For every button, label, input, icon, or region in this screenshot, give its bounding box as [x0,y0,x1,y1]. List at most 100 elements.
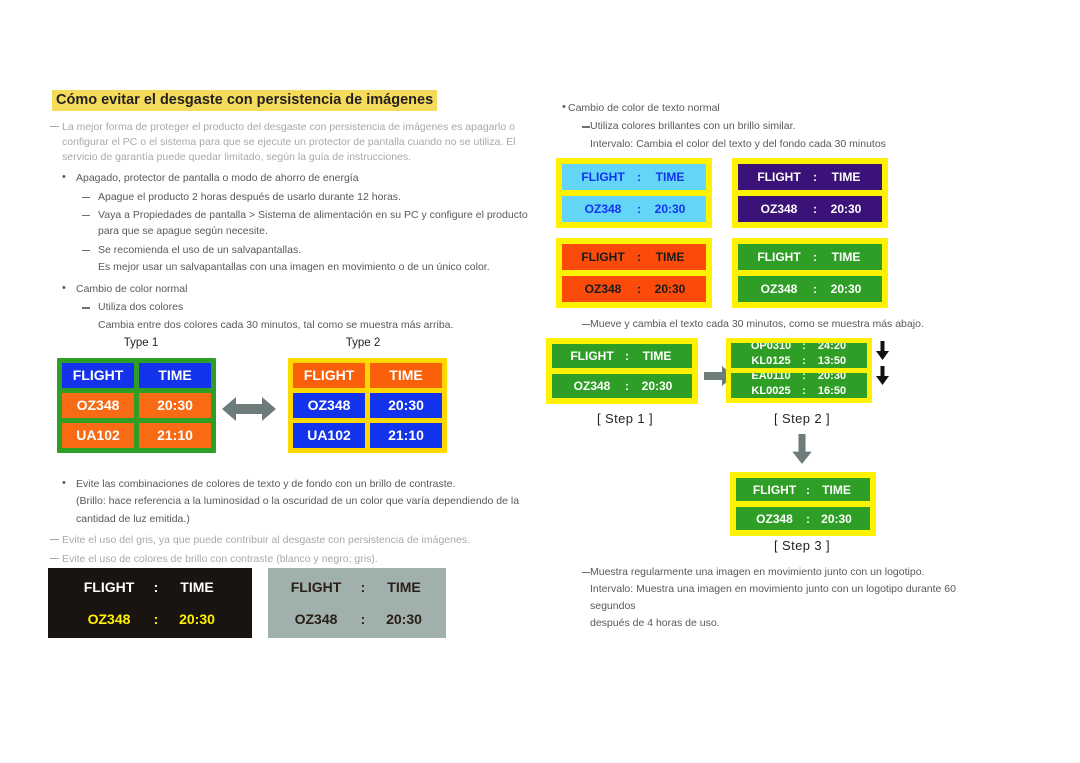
sub-color-change: Utiliza dos colores [40,299,540,315]
header-cell-time: TIME [642,349,672,363]
cell-flight-time: 20:30 [830,202,862,216]
board-header-row: FLIGHT : TIME [738,244,882,270]
colon-separator: : [360,579,366,595]
header-cell-flight: FLIGHT [62,363,134,388]
plain-color-change: Cambia entre dos colores cada 30 minutos… [98,318,454,331]
flight-board-variant-purple: FLIGHT : TIME OZ348 : 20:30 [732,158,888,228]
cell-flight-code: UA102 [293,423,365,448]
bullet-contrast: Evite las combinaciones de colores de te… [40,475,560,492]
colon-separator: : [813,250,817,264]
step-2-label: [ Step 2 ] [773,411,831,426]
board-data-row: UA102 21:10 [293,423,442,448]
flight-board-step-3: FLIGHT : TIME OZ348 : 20:30 [730,472,876,536]
board-header-row: FLIGHT : TIME [552,344,692,368]
colon-separator: : [802,384,806,397]
cell-flight-code: OZ348 [294,611,338,627]
board-data-row: UA102 21:10 [62,423,211,448]
header-cell-flight: FLIGHT [581,250,625,264]
scroll-window-top: OP0310 : 24:20 KL0125 : 13:50 [731,343,867,368]
colon-separator: : [360,611,366,627]
right-column: Cambio de color de texto normal Utiliza … [540,94,1040,152]
cell-flight-code: OZ348 [584,202,622,216]
colon-separator: : [625,379,629,393]
cell-flight-code: OZ348 [584,282,622,296]
header-cell-time: TIME [370,363,442,388]
cell-flight-code: KL0025 [751,384,791,397]
plain-power-3: Es mejor usar un salvapantallas con una … [98,260,490,273]
colon-separator: : [813,202,817,216]
sub-logo-note: Muestra regularmente una imagen en movim… [540,564,990,580]
cell-flight-code: EA0110 [751,373,791,382]
board-header-row: FLIGHT : TIME [738,164,882,190]
board-data-row: OP0310 : 24:20 [731,343,867,353]
header-cell-time: TIME [180,579,214,595]
header-cell-flight: FLIGHT [290,579,342,595]
cell-flight-time: 20:30 [179,611,215,627]
colon-separator: : [802,354,806,367]
sub-power-1: Apague el producto 2 horas después de us… [40,189,540,205]
board-header-row: FLIGHT : TIME [274,574,440,600]
colon-separator: : [637,202,641,216]
scroll-down-arrow-icon [876,366,889,385]
flight-board-gray: FLIGHT : TIME OZ348 : 20:30 [268,568,446,638]
cell-flight-time: 16:50 [817,384,847,397]
note-avoid-gray: Evite el uso del gris, ya que puede cont… [40,533,560,548]
contrast-text-block: Evite las combinaciones de colores de te… [40,470,560,569]
flight-board-step-1: FLIGHT : TIME OZ348 : 20:30 [546,338,698,404]
board-data-row: OZ348 : 20:30 [552,374,692,398]
header-cell-time: TIME [831,250,861,264]
sub-power-3: Se recomienda el uso de un salvapantalla… [40,242,540,258]
colon-separator: : [806,511,810,526]
colon-separator: : [806,482,810,497]
cell-flight-time: 20:30 [386,611,422,627]
cell-flight-time: 21:10 [139,423,211,448]
header-cell-flight: FLIGHT [293,363,365,388]
move-text-note: Mueve y cambia el texto cada 30 minutos,… [540,316,980,332]
sub-move-text: Mueve y cambia el texto cada 30 minutos,… [540,316,980,332]
board-data-row: OZ348 : 20:30 [562,276,706,302]
bullet-text-color-change: Cambio de color de texto normal [540,99,1040,116]
cell-flight-time: 20:30 [370,393,442,418]
board-data-row: OZ348 20:30 [293,393,442,418]
board-data-row: OZ348 : 20:30 [738,276,882,302]
cell-flight-code: OZ348 [62,393,134,418]
cell-flight-code: UA102 [62,423,134,448]
page-title-text: Cómo evitar el desgaste con persistencia… [52,90,438,111]
step-3-label: [ Step 3 ] [773,538,831,553]
bullet-color-change: Cambio de color normal [40,280,540,297]
sub-text-color-change: Utiliza colores brillantes con un brillo… [540,118,1040,134]
header-cell-flight: FLIGHT [581,170,625,184]
colon-separator: : [802,373,806,382]
cell-flight-time: 20:30 [654,282,686,296]
flight-board-black: FLIGHT : TIME OZ348 : 20:30 [48,568,252,638]
intro-note: La mejor forma de proteger el producto d… [40,120,540,165]
board-data-row: OZ348 : 20:30 [736,507,870,530]
type-1-label: Type 1 [123,337,159,349]
cell-flight-time: 21:10 [370,423,442,448]
logo-note-block: Muestra regularmente una imagen en movim… [540,564,990,631]
cell-flight-time: 20:30 [817,373,847,382]
cell-flight-code: OZ348 [760,202,798,216]
header-cell-flight: FLIGHT [570,349,614,363]
cell-flight-code: OP0310 [750,343,792,352]
header-cell-flight: FLIGHT [752,482,797,497]
cell-flight-time: 20:30 [654,202,686,216]
header-cell-time: TIME [822,482,851,497]
flight-board-step-2: OP0310 : 24:20 KL0125 : 13:50 EA0110 : 2… [726,338,872,403]
colon-separator: : [802,343,806,352]
plain-logo-1: Intervalo: Muestra una imagen en movimie… [590,583,956,612]
board-header-row: FLIGHT : TIME [736,478,870,501]
board-header-row: FLIGHT : TIME [562,244,706,270]
board-data-row: OZ348 : 20:30 [54,606,246,632]
header-cell-time: TIME [139,363,211,388]
colon-separator: : [625,349,629,363]
board-data-row: KL0025 : 16:50 [731,383,867,398]
colon-separator: : [637,250,641,264]
colon-separator: : [637,170,641,184]
cell-flight-code: OZ348 [87,611,131,627]
board-data-row: OZ348 : 20:30 [738,196,882,222]
header-cell-flight: FLIGHT [757,170,801,184]
board-header-row: FLIGHT : TIME [54,574,246,600]
header-cell-time: TIME [655,170,685,184]
cell-flight-time: 20:30 [821,511,852,526]
